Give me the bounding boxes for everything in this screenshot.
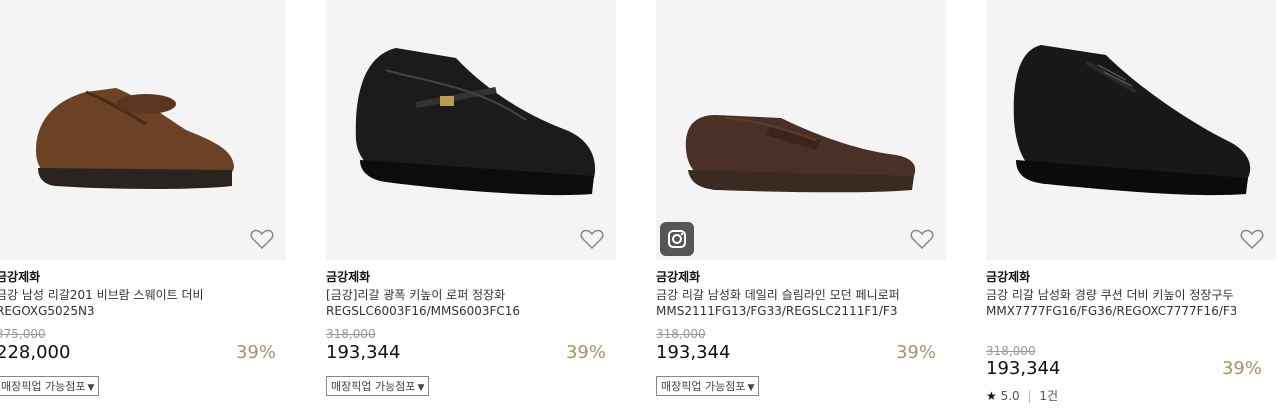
store-pickup-label: 매장픽업 가능점포 <box>1 380 86 393</box>
review-count: 1건 <box>1039 389 1059 403</box>
heart-icon[interactable] <box>580 228 604 250</box>
store-pickup-label: 매장픽업 가능점포 <box>331 380 416 393</box>
shoe-image <box>685 115 916 193</box>
sale-price: 193,344 <box>656 342 731 363</box>
sale-price: 228,000 <box>0 342 71 363</box>
brand-name: 금강제화 <box>656 270 701 284</box>
shoe-image <box>355 48 596 196</box>
product-image[interactable] <box>986 0 1276 260</box>
product-name[interactable]: 금강 리갈 남성화 경량 쿠션 더비 키높이 정장구두 MMX7777FG16/… <box>986 287 1236 319</box>
caret-down-icon: ▼ <box>747 383 755 393</box>
original-price: 318,000 <box>986 344 1036 358</box>
heart-icon[interactable] <box>250 228 274 250</box>
product-image[interactable] <box>656 0 946 260</box>
product-image[interactable] <box>326 0 616 260</box>
shoe-image <box>36 88 234 189</box>
store-pickup-button[interactable]: 매장픽업 가능점포 ▼ <box>656 376 760 396</box>
product-name[interactable]: 금강 리갈 남성화 데일리 슬림라인 모던 페니로퍼 MMS2111FG13/F… <box>656 287 906 319</box>
product-name[interactable]: 금강 남성 리갈201 비브람 스웨이트 더비 REGOXG5025N3 <box>0 287 226 319</box>
rating-score: 5.0 <box>1000 389 1020 403</box>
discount-rate: 39% <box>565 342 606 363</box>
brand-name: 금강제화 <box>326 270 371 284</box>
discount-rate: 39% <box>235 342 276 363</box>
sale-price: 193,344 <box>986 358 1061 379</box>
product-card[interactable]: 금강제화 금강 리갈 남성화 데일리 슬림라인 모던 페니로퍼 MMS2111F… <box>656 0 946 417</box>
heart-icon[interactable] <box>910 228 934 250</box>
store-pickup-button[interactable]: 매장픽업 가능점포 ▼ <box>326 376 430 396</box>
instagram-icon[interactable] <box>660 222 694 256</box>
brand-name: 금강제화 <box>0 270 41 284</box>
original-price: 318,000 <box>326 327 376 341</box>
instagram-glyph <box>668 230 686 248</box>
shoe-image <box>1013 45 1251 196</box>
rating: ★ 5.0 | 1건 <box>986 387 1058 404</box>
caret-down-icon: ▼ <box>87 383 95 393</box>
product-image[interactable] <box>0 0 286 260</box>
brand-name: 금강제화 <box>986 270 1031 284</box>
discount-rate: 39% <box>1221 358 1262 379</box>
star-icon: ★ <box>986 389 997 403</box>
original-price: 375,000 <box>0 327 46 341</box>
product-card[interactable]: 금강제화 [금강]리갈 광폭 키높이 로퍼 정장화 REGSLC6003F16/… <box>326 0 616 417</box>
product-name[interactable]: [금강]리갈 광폭 키높이 로퍼 정장화 REGSLC6003F16/MMS60… <box>326 287 556 319</box>
caret-down-icon: ▼ <box>417 383 425 393</box>
sale-price: 193,344 <box>326 342 401 363</box>
rating-divider: | <box>1027 389 1032 403</box>
product-card[interactable]: 금강제화 금강 리갈 남성화 경량 쿠션 더비 키높이 정장구두 MMX7777… <box>986 0 1276 417</box>
store-pickup-button[interactable]: 매장픽업 가능점포 ▼ <box>0 376 100 396</box>
store-pickup-label: 매장픽업 가능점포 <box>661 380 746 393</box>
discount-rate: 39% <box>895 342 936 363</box>
original-price: 318,000 <box>656 327 706 341</box>
product-card[interactable]: 금강제화 금강 남성 리갈201 비브람 스웨이트 더비 REGOXG5025N… <box>0 0 286 417</box>
heart-icon[interactable] <box>1240 228 1264 250</box>
